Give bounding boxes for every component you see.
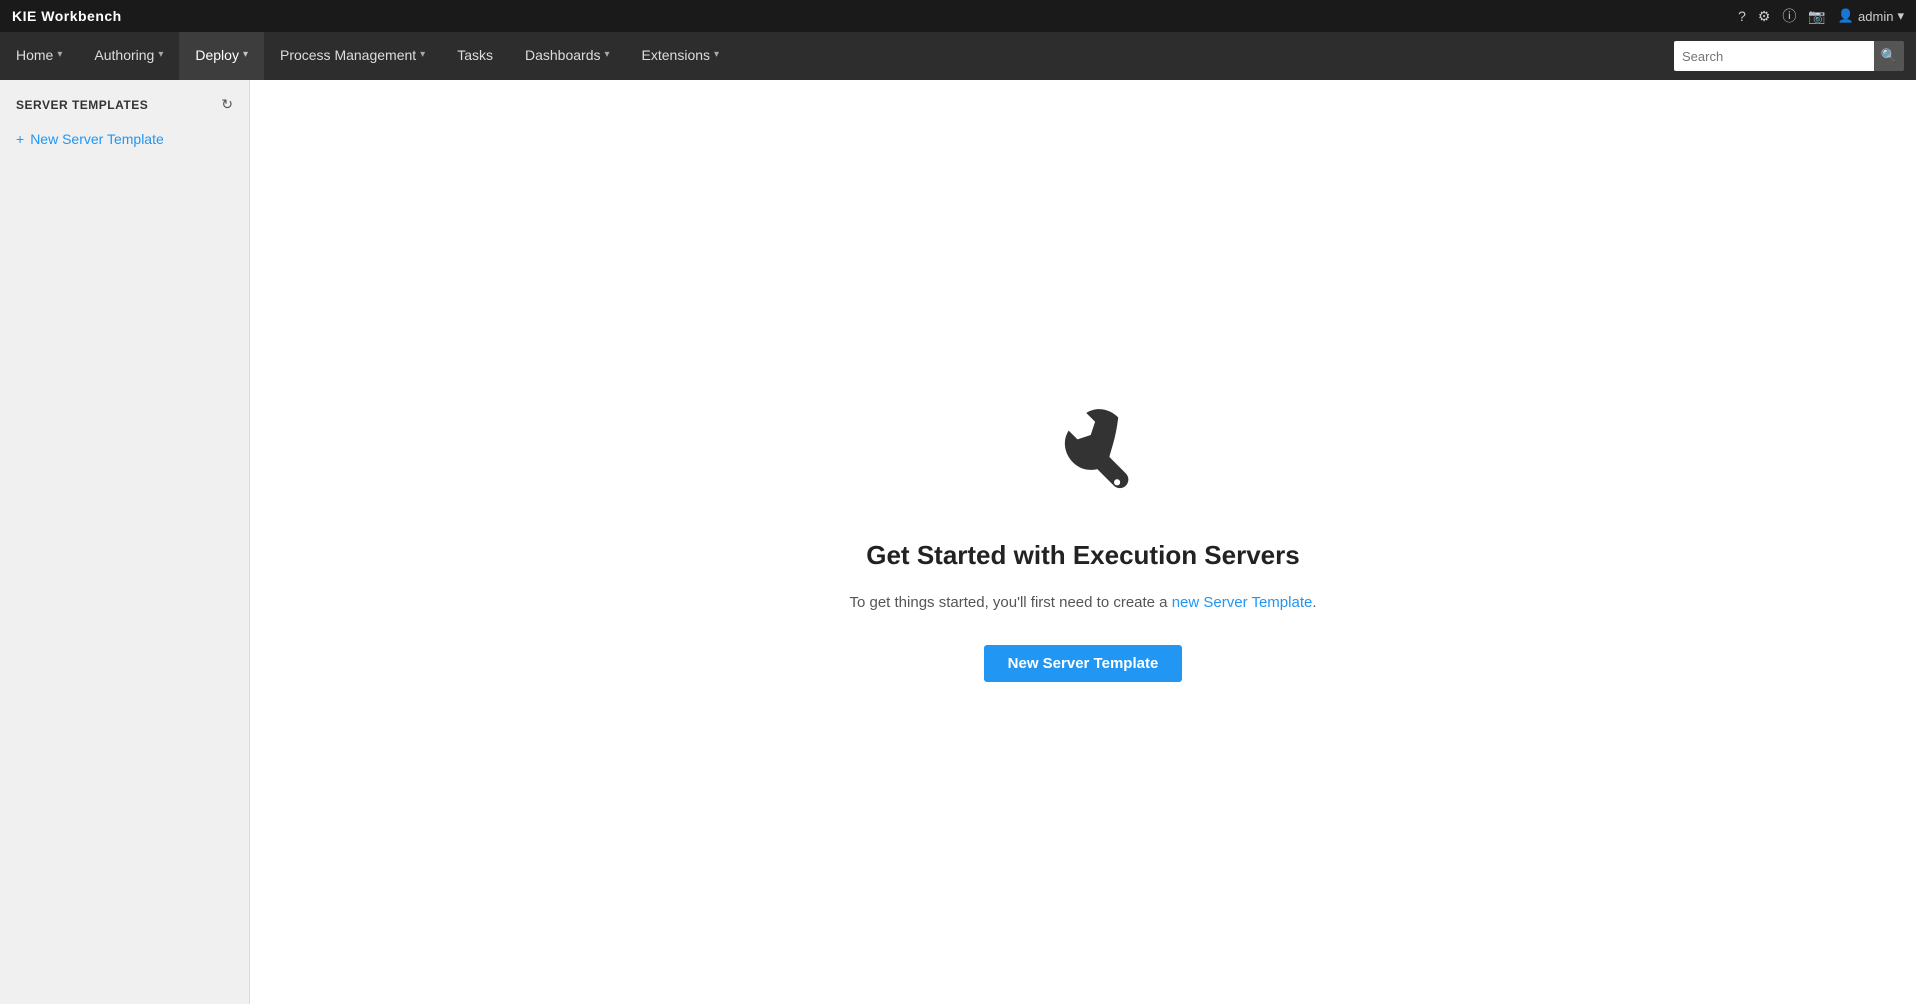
help-icon[interactable]: ? — [1738, 8, 1746, 24]
plus-icon: + — [16, 131, 24, 147]
nav-authoring[interactable]: Authoring ▾ — [78, 32, 179, 80]
new-server-template-label: New Server Template — [30, 131, 164, 147]
nav-search-container: 🔍 — [1662, 32, 1916, 80]
new-server-template-inline-link[interactable]: new Server Template — [1172, 594, 1313, 611]
nav-deploy-chevron: ▾ — [243, 49, 248, 60]
gear-icon[interactable]: ⚙ — [1758, 8, 1771, 25]
sidebar: SERVER TEMPLATES ↻ + New Server Template — [0, 80, 250, 1004]
nav-bar: Home ▾ Authoring ▾ Deploy ▾ Process Mana… — [0, 32, 1916, 80]
desc-before: To get things started, you'll first need… — [849, 594, 1171, 611]
empty-state-description: To get things started, you'll first need… — [849, 591, 1316, 615]
new-server-template-link[interactable]: + New Server Template — [0, 125, 249, 153]
top-bar: KIE Workbench ? ⚙ ⓘ 📷 👤 admin ▾ — [0, 0, 1916, 32]
sidebar-header: SERVER TEMPLATES ↻ — [0, 96, 249, 125]
search-input[interactable] — [1674, 41, 1874, 71]
nav-process-management-label: Process Management — [280, 47, 416, 63]
nav-extensions-label: Extensions — [642, 47, 710, 63]
info-icon[interactable]: ⓘ — [1782, 6, 1796, 26]
empty-state-title: Get Started with Execution Servers — [866, 540, 1299, 571]
empty-state: Get Started with Execution Servers To ge… — [849, 402, 1316, 682]
user-icon: 👤 — [1838, 8, 1854, 24]
user-menu[interactable]: 👤 admin ▾ — [1838, 8, 1904, 24]
app-brand: KIE Workbench — [12, 8, 122, 24]
nav-extensions[interactable]: Extensions ▾ — [626, 32, 736, 80]
main-layout: SERVER TEMPLATES ↻ + New Server Template… — [0, 80, 1916, 1004]
nav-tasks[interactable]: Tasks — [441, 32, 509, 80]
nav-dashboards[interactable]: Dashboards ▾ — [509, 32, 626, 80]
nav-authoring-label: Authoring — [94, 47, 154, 63]
search-icon: 🔍 — [1881, 48, 1898, 64]
user-chevron-icon: ▾ — [1897, 8, 1904, 24]
wrench-svg-icon — [1028, 402, 1138, 512]
user-label: admin — [1858, 9, 1893, 24]
camera-icon[interactable]: 📷 — [1808, 8, 1825, 25]
desc-after: . — [1312, 594, 1316, 611]
nav-home[interactable]: Home ▾ — [0, 32, 78, 80]
nav-deploy-label: Deploy — [195, 47, 239, 63]
nav-home-label: Home — [16, 47, 53, 63]
nav-process-management[interactable]: Process Management ▾ — [264, 32, 441, 80]
nav-extensions-chevron: ▾ — [714, 49, 719, 60]
search-button[interactable]: 🔍 — [1874, 41, 1904, 71]
nav-process-management-chevron: ▾ — [420, 49, 425, 60]
nav-dashboards-chevron: ▾ — [605, 49, 610, 60]
new-server-template-button[interactable]: New Server Template — [984, 645, 1183, 682]
sidebar-title: SERVER TEMPLATES — [16, 98, 148, 112]
top-bar-icons: ? ⚙ ⓘ 📷 👤 admin ▾ — [1738, 6, 1904, 26]
nav-tasks-label: Tasks — [457, 47, 493, 63]
nav-deploy[interactable]: Deploy ▾ — [179, 32, 264, 80]
main-content: Get Started with Execution Servers To ge… — [250, 80, 1916, 1004]
nav-dashboards-label: Dashboards — [525, 47, 601, 63]
refresh-icon[interactable]: ↻ — [221, 96, 233, 113]
nav-home-chevron: ▾ — [57, 49, 62, 60]
nav-authoring-chevron: ▾ — [158, 49, 163, 60]
